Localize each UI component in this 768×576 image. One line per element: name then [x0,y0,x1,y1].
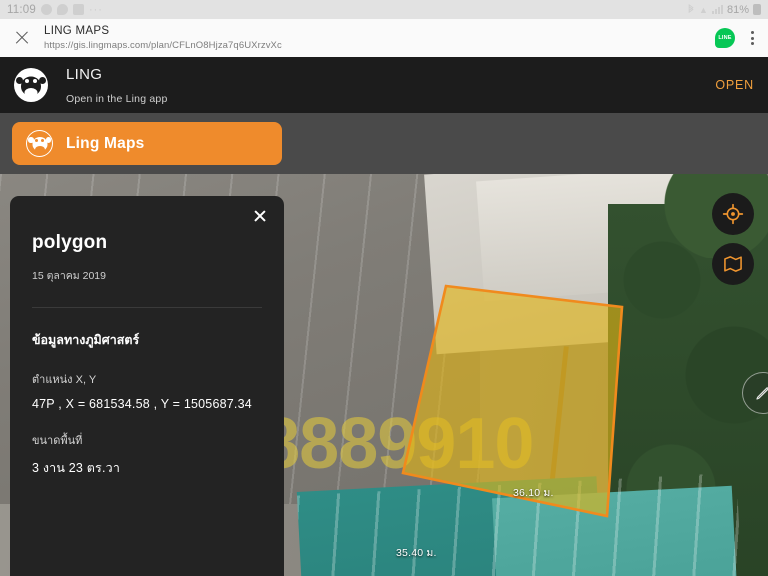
open-app-button[interactable]: OPEN [715,78,754,92]
chrome-icon [40,4,52,15]
url-bar-actions: LINE [715,27,758,49]
status-bar-left: 11:09 ··· [7,4,103,16]
line-app-icon[interactable]: LINE [715,28,735,48]
geo-section-heading: ข้อมูลทางภูมิศาสตร์ [32,333,140,347]
charging-icon [753,4,761,15]
map-layers-icon[interactable] [712,243,754,285]
parcel-title: polygon [32,232,108,253]
promo-app-name: LING [66,65,103,83]
promo-subtitle: Open in the Ling app [66,92,168,105]
pencil-glyph [756,387,768,400]
parcel-info-panel: polygon 15 ตุลาคม 2019 ข้อมูลทางภูมิศาสต… [10,196,284,576]
measure-left: 35.40 ม. [396,547,437,559]
position-label: ตำแหน่ง X, Y [32,374,97,386]
ling-maps-button[interactable]: Ling Maps [12,122,282,165]
status-bar: 11:09 ··· ▲ 81% [0,0,768,19]
locate-target-icon[interactable] [712,193,754,235]
chat-icon [56,4,68,15]
more-options-icon[interactable] [747,27,758,49]
area-label: ขนาดพื้นที่ [32,435,83,447]
ling-maps-label: Ling Maps [66,134,145,152]
screen-root: 11:09 ··· ▲ 81% LING MAPS https://gis.li… [0,0,768,576]
page-url[interactable]: https://gis.lingmaps.com/plan/CFLnO8Hjza… [44,40,282,52]
signal-icon [711,5,723,14]
promo-text-group: LING Open in the Ling app [66,66,168,105]
map-fold-glyph [724,256,742,272]
crosshair-glyph [722,203,744,225]
area-value: 3 งาน 23 ตร.วา [32,461,121,475]
ling-monkey-icon [14,68,48,102]
app-promo-banner: LING Open in the Ling app OPEN [0,57,768,113]
battery-percent: 81% [726,3,749,16]
photo-icon [72,4,84,15]
page-title: LING MAPS [44,25,110,38]
browser-url-bar: LING MAPS https://gis.lingmaps.com/plan/… [0,19,768,57]
measure-top: 36.10 ม. [513,487,554,499]
status-time: 11:09 [7,3,36,16]
close-icon[interactable] [10,26,34,50]
panel-close-icon[interactable] [250,206,270,226]
more-icon: ··· [88,3,103,16]
url-text-group: LING MAPS https://gis.lingmaps.com/plan/… [44,24,282,51]
parcel-date: 15 ตุลาคม 2019 [32,270,106,282]
ling-monkey-icon-small [26,130,53,157]
wifi-icon: ▲ [699,4,708,15]
panel-divider [32,307,262,308]
status-bar-right: ▲ 81% [687,4,761,16]
cta-band: Ling Maps [0,113,768,174]
bluetooth-icon [688,4,694,14]
position-value: 47P , X = 681534.58 , Y = 1505687.34 [32,397,252,411]
